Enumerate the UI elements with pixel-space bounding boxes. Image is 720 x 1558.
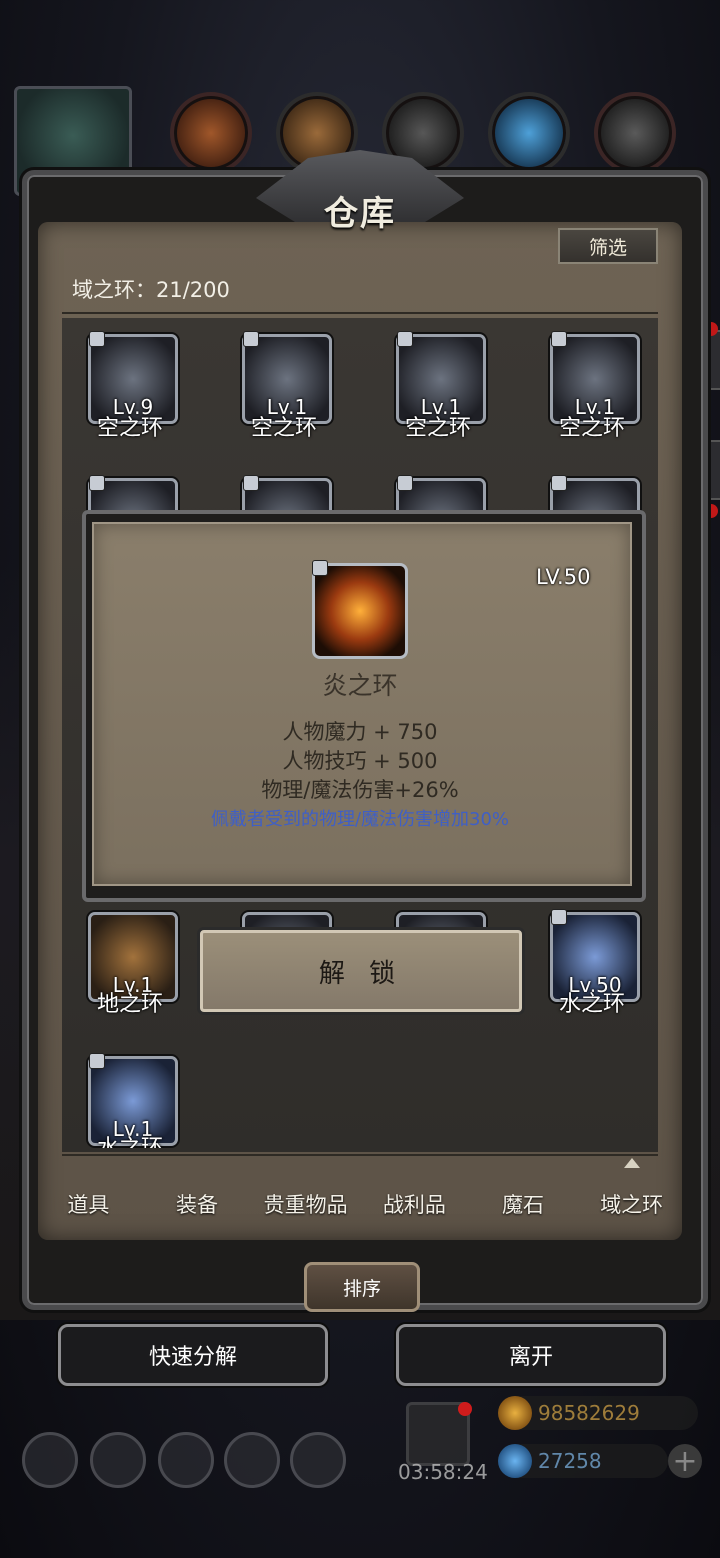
gold-amount: 98582629 [538,1401,640,1425]
lock-icon [243,331,259,347]
lock-icon [397,331,413,347]
leave-button[interactable]: 离开 [396,1324,666,1386]
lock-icon [551,475,567,491]
crystal-resource-icon [488,92,570,174]
gem-display: 27258 [498,1444,668,1478]
detail-level: LV.50 [536,565,591,589]
item-name: 水之环 [558,992,625,1017]
gem-amount: 27258 [538,1449,602,1473]
item-name: 空之环 [250,416,317,441]
lock-icon [243,475,259,491]
sort-button[interactable]: 排序 [304,1262,420,1312]
category-tabs: 道具 装备 贵重物品 战利品 魔石 域之环 [34,1170,686,1238]
wood-resource-icon [170,92,252,174]
tab-domain-ring[interactable]: 域之环 [577,1170,686,1238]
ore-resource-icon [594,92,676,174]
mail-icon[interactable] [224,1432,280,1488]
lock-icon [551,909,567,925]
lock-icon [89,1053,105,1069]
filter-button[interactable]: 筛选 [558,228,658,264]
add-currency-button[interactable]: + [668,1444,702,1479]
item-name: 空之环 [558,416,625,441]
tab-equipment[interactable]: 装备 [143,1170,252,1238]
detail-stat: 人物魔力 + 750 [282,720,438,744]
unlock-button[interactable]: 解 锁 [200,930,522,1012]
detail-stat: 物理/魔法伤害+26% [261,778,459,802]
settings-icon[interactable] [22,1432,78,1488]
gem-icon [498,1444,532,1478]
book-icon[interactable] [158,1432,214,1488]
star-icon[interactable] [90,1432,146,1488]
notification-dot-icon [458,1402,472,1416]
lock-icon [312,560,328,576]
quick-decompose-button[interactable]: 快速分解 [58,1324,328,1386]
flame-ring-icon [312,560,408,659]
item-name: 水之环 [70,1130,190,1148]
gold-coin-icon [498,1396,532,1430]
item-name: 空之环 [404,416,471,441]
detail-stat: 人物技巧 + 500 [282,749,438,773]
megaphone-icon[interactable] [290,1432,346,1488]
lock-icon [89,475,105,491]
active-tab-marker-icon [624,1158,640,1168]
lock-icon [89,331,105,347]
divider [62,1154,658,1156]
tab-loot[interactable]: 战利品 [360,1170,469,1238]
capacity-label: 域之环：21/200 [72,278,230,302]
gold-display: 98582629 [498,1396,698,1430]
lock-icon [551,331,567,347]
tab-magic-stone[interactable]: 魔石 [469,1170,578,1238]
gift-timer: 03:58:24 [398,1460,488,1484]
item-name: 空之环 [96,416,163,441]
tab-items[interactable]: 道具 [34,1170,143,1238]
detail-item-name: 炎之环 [322,671,398,700]
detail-special-effect: 佩戴者受到的物理/魔法伤害增加30% [210,809,510,830]
item-name: 地之环 [96,992,163,1017]
divider [62,312,658,314]
lock-icon [397,475,413,491]
tab-valuables[interactable]: 贵重物品 [251,1170,360,1238]
